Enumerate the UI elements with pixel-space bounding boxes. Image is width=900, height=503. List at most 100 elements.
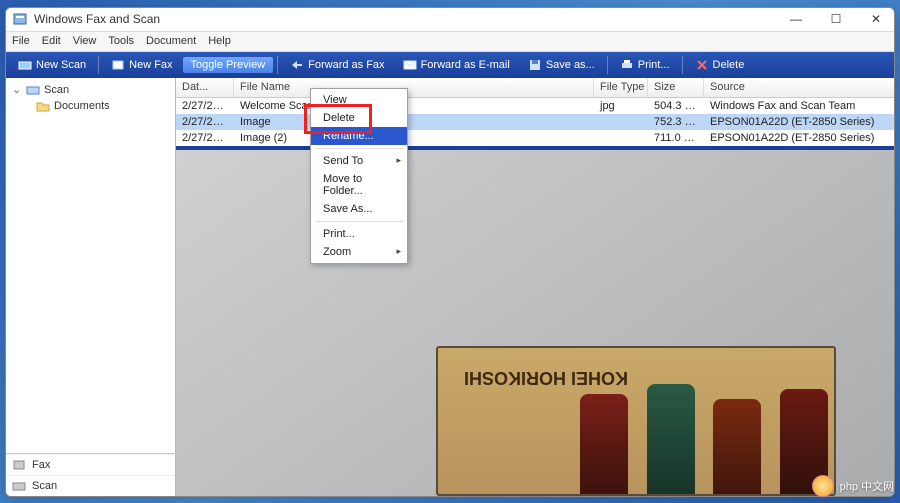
label: Delete <box>713 59 745 71</box>
menu-view[interactable]: View <box>73 35 97 47</box>
print-button[interactable]: Print... <box>612 56 678 74</box>
col-date[interactable]: Dat... <box>176 78 234 97</box>
label: Zoom <box>323 246 351 258</box>
separator <box>277 56 278 74</box>
label: Scan <box>32 480 57 492</box>
table-row[interactable]: 2/27/202... Image (2) 711.0 KB EPSON01A2… <box>176 130 894 146</box>
ctx-move-to[interactable]: Move to Folder... <box>311 170 407 200</box>
label: Save as... <box>546 59 595 71</box>
chevron-right-icon: ▸ <box>396 155 401 166</box>
cell-type <box>594 137 648 139</box>
save-icon <box>528 58 542 72</box>
col-source[interactable]: Source <box>704 78 894 97</box>
forward-email-button[interactable]: Forward as E-mail <box>395 56 518 74</box>
col-name[interactable]: File Name <box>234 78 594 97</box>
app-window: Windows Fax and Scan — ☐ ✕ File Edit Vie… <box>5 7 895 497</box>
cell-date: 2/27/202... <box>176 115 234 129</box>
cell-source: Windows Fax and Scan Team <box>704 99 894 113</box>
cell-type <box>594 121 648 123</box>
ctx-view[interactable]: View <box>311 91 407 109</box>
menu-help[interactable]: Help <box>208 35 231 47</box>
ctx-print[interactable]: Print... <box>311 225 407 243</box>
table-row-selected[interactable]: 2/27/202... Image 752.3 KB EPSON01A22D (… <box>176 114 894 130</box>
scanner-folder-icon <box>26 83 40 97</box>
folder-scan-button[interactable]: Scan <box>6 475 175 496</box>
cell-name: Image (2) <box>234 131 594 145</box>
label: Print... <box>638 59 670 71</box>
scanned-image: KOHEI HORIKOSHI <box>436 346 836 496</box>
tree-label: Documents <box>54 100 110 112</box>
new-fax-button[interactable]: New Fax <box>103 56 180 74</box>
list-rows: 2/27/202... Welcome Scan jpg 504.3 KB Wi… <box>176 98 894 146</box>
cell-type: jpg <box>594 99 648 113</box>
figure-icon <box>647 384 695 494</box>
new-scan-button[interactable]: New Scan <box>10 56 94 74</box>
tree-root-scan[interactable]: ⌄ Scan <box>12 82 169 98</box>
watermark: php 中文网 <box>812 475 894 497</box>
email-icon <box>403 58 417 72</box>
tree-label: Scan <box>44 84 69 96</box>
menu-document[interactable]: Document <box>146 35 196 47</box>
label: Send To <box>323 155 363 167</box>
print-icon <box>620 58 634 72</box>
toggle-preview-button[interactable]: Toggle Preview <box>183 57 274 73</box>
label: Toggle Preview <box>191 59 266 71</box>
ctx-zoom[interactable]: Zoom ▸ <box>311 243 407 261</box>
ctx-rename[interactable]: Rename... <box>311 127 407 145</box>
delete-icon <box>695 58 709 72</box>
folder-switch: Fax Scan <box>6 453 175 496</box>
cell-size: 711.0 KB <box>648 131 704 145</box>
sidebar: ⌄ Scan Documents Fax Scan <box>6 78 176 496</box>
ctx-save-as[interactable]: Save As... <box>311 200 407 218</box>
label: New Fax <box>129 59 172 71</box>
fax-icon <box>111 58 125 72</box>
tree-child-documents[interactable]: Documents <box>12 98 169 114</box>
ctx-delete[interactable]: Delete <box>311 109 407 127</box>
scanner-icon <box>12 479 26 493</box>
separator <box>315 148 403 149</box>
menu-edit[interactable]: Edit <box>42 35 61 47</box>
tree: ⌄ Scan Documents <box>6 78 175 453</box>
cell-source: EPSON01A22D (ET-2850 Series) <box>704 131 894 145</box>
figure-icon <box>713 399 761 494</box>
window-title: Windows Fax and Scan <box>34 12 784 26</box>
menu-file[interactable]: File <box>12 35 30 47</box>
fax-icon <box>12 458 26 472</box>
forward-fax-button[interactable]: Forward as Fax <box>282 56 392 74</box>
watermark-text: php 中文网 <box>840 478 894 494</box>
collapse-icon[interactable]: ⌄ <box>12 83 22 96</box>
separator <box>607 56 608 74</box>
minimize-button[interactable]: — <box>784 12 808 26</box>
body: ⌄ Scan Documents Fax Scan <box>6 78 894 496</box>
elephant-icon <box>812 475 834 497</box>
cell-size: 504.3 KB <box>648 99 704 113</box>
menubar: File Edit View Tools Document Help <box>6 32 894 52</box>
label: Forward as E-mail <box>421 59 510 71</box>
separator <box>682 56 683 74</box>
figure-icon <box>580 394 628 494</box>
chevron-right-icon: ▸ <box>396 246 401 257</box>
maximize-button[interactable]: ☐ <box>824 12 848 26</box>
titlebar[interactable]: Windows Fax and Scan — ☐ ✕ <box>6 8 894 32</box>
cell-source: EPSON01A22D (ET-2850 Series) <box>704 115 894 129</box>
cell-name: Image <box>234 115 594 129</box>
col-size[interactable]: Size <box>648 78 704 97</box>
col-type[interactable]: File Type <box>594 78 648 97</box>
table-row[interactable]: 2/27/202... Welcome Scan jpg 504.3 KB Wi… <box>176 98 894 114</box>
menu-tools[interactable]: Tools <box>108 35 134 47</box>
book-artwork <box>574 374 834 494</box>
app-icon <box>12 11 28 27</box>
delete-button[interactable]: Delete <box>687 56 753 74</box>
label: Fax <box>32 459 50 471</box>
window-controls: — ☐ ✕ <box>784 12 888 26</box>
close-button[interactable]: ✕ <box>864 12 888 26</box>
toolbar: New Scan New Fax Toggle Preview Forward … <box>6 52 894 78</box>
list-header: Dat... File Name File Type Size Source <box>176 78 894 98</box>
scanner-icon <box>18 58 32 72</box>
cell-date: 2/27/202... <box>176 131 234 145</box>
ctx-send-to[interactable]: Send To ▸ <box>311 152 407 170</box>
folder-fax-button[interactable]: Fax <box>6 454 175 475</box>
label: Forward as Fax <box>308 59 384 71</box>
save-as-button[interactable]: Save as... <box>520 56 603 74</box>
label: New Scan <box>36 59 86 71</box>
